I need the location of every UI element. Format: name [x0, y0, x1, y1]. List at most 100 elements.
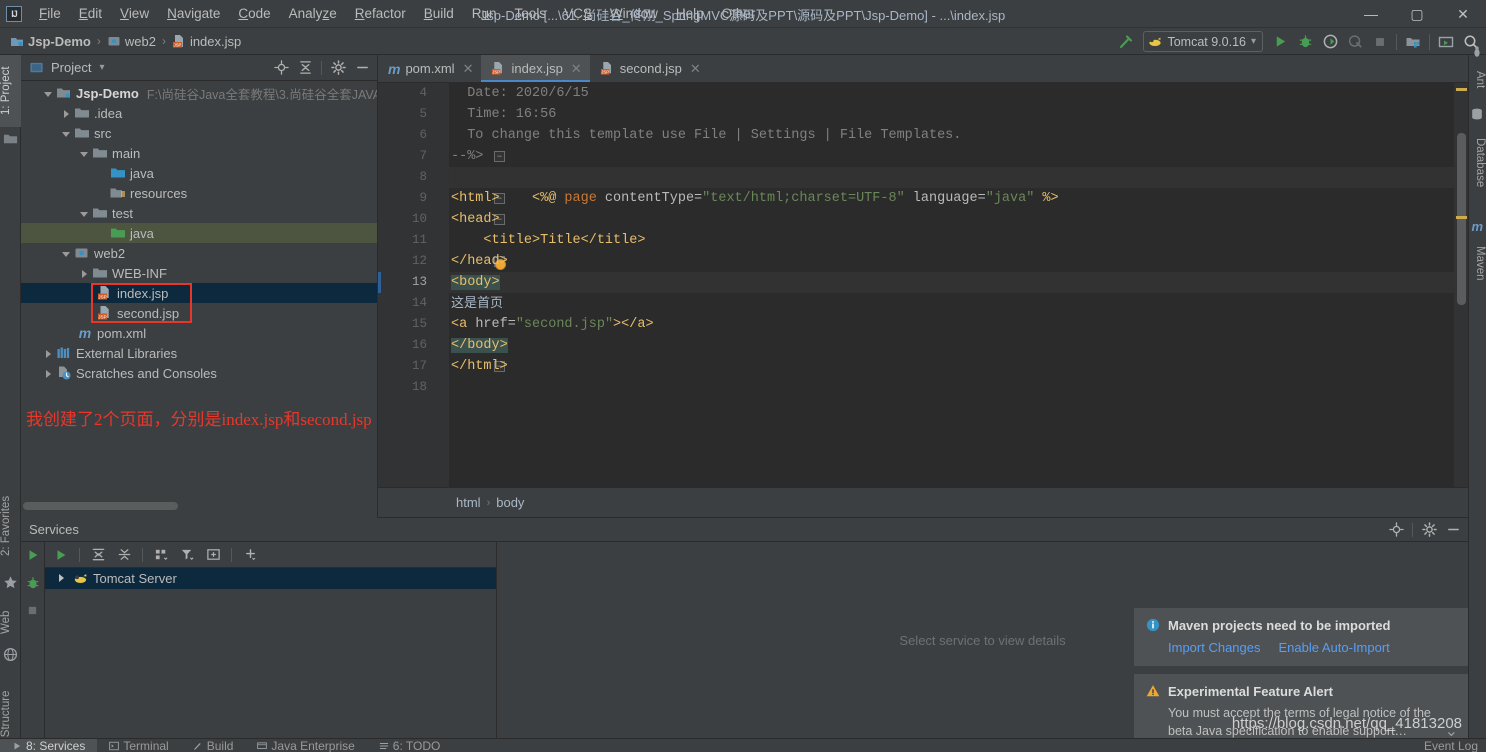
profile-icon[interactable]: [1343, 30, 1367, 53]
menu-edit[interactable]: Edit: [70, 3, 111, 24]
status-java-enterprise[interactable]: Java Enterprise: [245, 739, 366, 752]
sidebar-item-database[interactable]: Database: [1468, 127, 1486, 199]
chevron-right-icon[interactable]: [79, 268, 90, 279]
maximize-button[interactable]: ▢: [1394, 0, 1440, 28]
tree-node-web-inf[interactable]: WEB-INF: [21, 263, 377, 283]
status-services[interactable]: 8: Services: [0, 739, 97, 752]
menu-window[interactable]: Window: [601, 3, 667, 24]
sidebar-item-ant[interactable]: Ant: [1468, 61, 1486, 99]
run-icon[interactable]: [26, 548, 40, 562]
tree-node-second-jsp[interactable]: JSP second.jsp: [21, 303, 377, 323]
run-with-coverage-icon[interactable]: [1318, 30, 1342, 53]
expand-all-icon[interactable]: [86, 544, 110, 566]
breadcrumb-index-jsp[interactable]: JSP index.jsp: [168, 32, 245, 51]
tree-node-jsp-demo[interactable]: Jsp-Demo F:\尚硅谷Java全套教程\3.尚硅谷全套JAVA教程-: [21, 83, 377, 103]
collapse-all-icon[interactable]: [112, 544, 136, 566]
notification-maven-import[interactable]: Maven projects need to be imported Impor…: [1134, 608, 1468, 666]
hide-panel-icon[interactable]: [1442, 519, 1464, 541]
hide-panel-icon[interactable]: [351, 57, 373, 79]
chevron-right-icon[interactable]: [43, 368, 54, 379]
add-tab-icon[interactable]: [201, 544, 225, 566]
tab-index-jsp[interactable]: JSP index.jsp ✕: [481, 55, 589, 82]
tree-node-external-libraries[interactable]: External Libraries: [21, 343, 377, 363]
menu-build[interactable]: Build: [415, 3, 463, 24]
run-configuration-selector[interactable]: Tomcat 9.0.16 ▾: [1143, 31, 1263, 52]
tree-node-idea[interactable]: .idea: [21, 103, 377, 123]
menu-analyze[interactable]: Analyze: [280, 3, 346, 24]
collapse-all-icon[interactable]: [294, 57, 316, 79]
chevron-down-icon[interactable]: [79, 208, 90, 219]
menu-code[interactable]: Code: [229, 3, 279, 24]
tree-node-src[interactable]: src: [21, 123, 377, 143]
chevron-down-icon[interactable]: [61, 128, 72, 139]
status-event-log[interactable]: Event Log: [1412, 739, 1486, 752]
tree-node-test[interactable]: test: [21, 203, 377, 223]
menu-view[interactable]: View: [111, 3, 158, 24]
sidebar-item-web[interactable]: Web: [0, 600, 21, 644]
tree-node-index-jsp[interactable]: JSP index.jsp: [21, 283, 377, 303]
menu-vcs[interactable]: VCS: [555, 3, 601, 24]
sidebar-item-project[interactable]: 1: Project: [0, 55, 21, 127]
chevron-right-icon[interactable]: [57, 573, 68, 584]
warning-stripe-marker-2[interactable]: [1456, 216, 1467, 219]
locate-file-icon[interactable]: [270, 57, 292, 79]
warning-stripe-marker[interactable]: [1456, 88, 1467, 91]
close-icon[interactable]: ✕: [690, 61, 701, 77]
breadcrumb-body[interactable]: body: [496, 495, 524, 510]
tree-node-web2[interactable]: web2: [21, 243, 377, 263]
code-editor[interactable]: 4 5 6 7 8 9 10 11 12 13 14 15 16 17 18 −…: [378, 83, 1468, 487]
menu-run[interactable]: Run: [463, 3, 506, 24]
tab-pom-xml[interactable]: m pom.xml ✕: [378, 55, 481, 82]
chevron-down-icon[interactable]: [61, 248, 72, 259]
project-horizontal-scrollbar[interactable]: [23, 502, 375, 510]
chevron-right-icon[interactable]: [61, 108, 72, 119]
status-terminal[interactable]: Terminal: [97, 739, 180, 752]
code-content[interactable]: Date: 2020/6/15 Time: 16:56 To change th…: [449, 83, 1468, 487]
run-icon[interactable]: [49, 544, 73, 566]
locate-icon[interactable]: [1385, 519, 1407, 541]
debug-icon[interactable]: [1293, 30, 1317, 53]
debug-icon[interactable]: [26, 576, 40, 590]
menu-other[interactable]: Other: [713, 3, 765, 24]
settings-gear-icon[interactable]: [1418, 519, 1440, 541]
group-by-icon[interactable]: [149, 544, 173, 566]
settings-gear-icon[interactable]: [327, 57, 349, 79]
enable-auto-import-link[interactable]: Enable Auto-Import: [1279, 640, 1390, 655]
project-structure-icon[interactable]: [1401, 30, 1425, 53]
tree-node-main-java[interactable]: java: [21, 163, 377, 183]
breadcrumb-project[interactable]: Jsp-Demo: [6, 32, 95, 51]
menu-refactor[interactable]: Refactor: [346, 3, 415, 24]
editor-scrollbar[interactable]: [1454, 83, 1468, 487]
chevron-down-icon[interactable]: [43, 88, 54, 99]
build-hammer-icon[interactable]: [1114, 30, 1138, 53]
chevron-down-icon[interactable]: [79, 148, 90, 159]
breadcrumb-html[interactable]: html: [456, 495, 481, 510]
tree-node-pom-xml[interactable]: m pom.xml: [21, 323, 377, 343]
tree-node-main[interactable]: main: [21, 143, 377, 163]
sidebar-item-favorites[interactable]: 2: Favorites: [0, 480, 21, 572]
status-build[interactable]: Build: [181, 739, 246, 752]
menu-help[interactable]: Help: [667, 3, 713, 24]
close-button[interactable]: ✕: [1440, 0, 1486, 28]
close-icon[interactable]: ✕: [571, 61, 582, 77]
status-todo[interactable]: 6: TODO: [367, 739, 453, 752]
chevron-right-icon[interactable]: [43, 348, 54, 359]
breadcrumb-web2[interactable]: web2: [103, 32, 160, 51]
tree-node-resources[interactable]: resources: [21, 183, 377, 203]
menu-file[interactable]: File: [30, 3, 70, 24]
tab-second-jsp[interactable]: JSP second.jsp ✕: [590, 55, 709, 82]
run-icon[interactable]: [1268, 30, 1292, 53]
chevron-down-icon[interactable]: ▾: [99, 62, 104, 73]
tree-node-scratches[interactable]: Scratches and Consoles: [21, 363, 377, 383]
stop-icon[interactable]: [1368, 30, 1392, 53]
import-changes-link[interactable]: Import Changes: [1168, 640, 1261, 655]
menu-tools[interactable]: Tools: [506, 3, 556, 24]
menu-navigate[interactable]: Navigate: [158, 3, 229, 24]
minimize-button[interactable]: —: [1348, 0, 1394, 28]
sidebar-item-maven[interactable]: Maven: [1468, 237, 1486, 289]
filter-icon[interactable]: [175, 544, 199, 566]
update-app-icon[interactable]: [1434, 30, 1458, 53]
services-row-tomcat[interactable]: Tomcat Server: [45, 568, 496, 589]
code-folding-gutter[interactable]: − − − − − − −: [435, 83, 449, 487]
close-icon[interactable]: ✕: [463, 61, 474, 77]
